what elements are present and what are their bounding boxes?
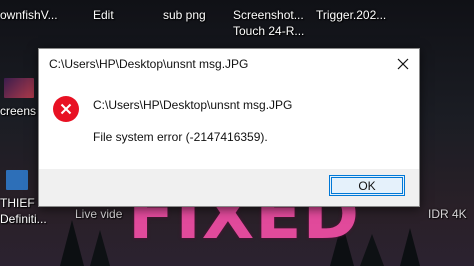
- error-dialog: C:\Users\HP\Desktop\unsnt msg.JPG C:\Use…: [38, 48, 420, 207]
- dialog-title: C:\Users\HP\Desktop\unsnt msg.JPG: [49, 57, 249, 71]
- desktop-icon-touch[interactable]: Touch 24-R...: [233, 24, 304, 38]
- close-button[interactable]: [391, 53, 415, 75]
- desktop-icon-edit[interactable]: Edit: [93, 8, 114, 22]
- desktop-background: ownfishV... Edit sub png Screenshot... T…: [0, 0, 474, 266]
- desktop-icon-ownfishv[interactable]: ownfishV...: [0, 8, 58, 22]
- ok-button[interactable]: OK: [329, 175, 405, 196]
- message-path: C:\Users\HP\Desktop\unsnt msg.JPG: [93, 98, 293, 112]
- desktop-icon-trigger[interactable]: Trigger.202...: [316, 8, 386, 22]
- desktop-icon-creens[interactable]: creens: [0, 104, 36, 118]
- desktop-icon-screenshot[interactable]: Screenshot...: [233, 8, 304, 22]
- desktop-thumbnail[interactable]: [4, 78, 34, 98]
- desktop-icon-sub-png[interactable]: sub png: [163, 8, 206, 22]
- error-icon: [53, 96, 79, 122]
- message-error: File system error (-2147416359).: [93, 130, 268, 144]
- close-icon: [397, 58, 409, 70]
- shortcut-icon[interactable]: [6, 170, 28, 190]
